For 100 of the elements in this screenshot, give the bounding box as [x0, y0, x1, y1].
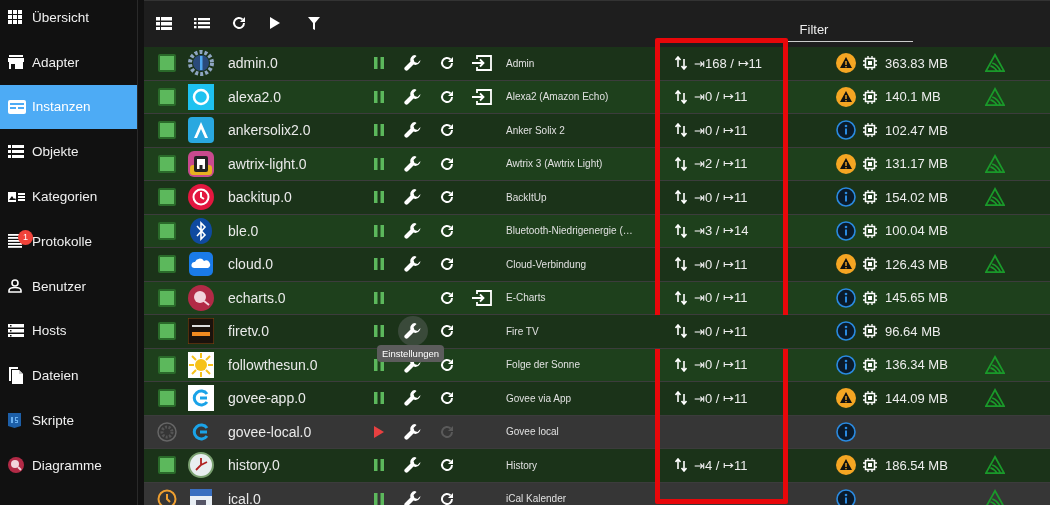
sidebar-item[interactable]: Adapter [0, 39, 137, 85]
info-icon[interactable] [836, 120, 856, 141]
wrench-icon[interactable] [404, 87, 422, 106]
instance-name: admin.0 [227, 55, 279, 72]
pause-icon[interactable] [374, 459, 384, 472]
memory-usage: 186.54 MB [884, 457, 949, 473]
pause-icon[interactable] [374, 191, 384, 204]
open-link-icon[interactable] [472, 88, 492, 105]
sidebar-item[interactable]: Diagramme [0, 442, 137, 488]
reload-icon[interactable] [232, 16, 246, 30]
chip-icon [863, 190, 877, 205]
restart-icon[interactable] [440, 424, 454, 439]
sidebar-item[interactable]: Kategorien [0, 174, 137, 219]
chart-logo-icon [188, 284, 214, 311]
instance-row[interactable]: govee-local.0 Govee local [144, 415, 1050, 449]
play-icon[interactable] [270, 17, 280, 29]
info-icon[interactable] [836, 321, 856, 342]
up-down-arrows-icon [675, 290, 687, 305]
list-icon [8, 145, 24, 159]
pause-icon[interactable] [374, 358, 384, 371]
g-logo-icon [188, 385, 214, 412]
info-icon[interactable] [836, 354, 856, 375]
sidebar-item[interactable]: Hosts [0, 308, 137, 354]
sidebar-item[interactable]: Skripte [0, 398, 137, 443]
wrench-icon[interactable] [404, 389, 422, 408]
pause-icon[interactable] [374, 291, 384, 304]
wrench-icon[interactable] [404, 422, 422, 441]
filter-field[interactable]: Filter [715, 22, 913, 42]
warning-icon[interactable] [836, 455, 856, 476]
info-icon[interactable] [836, 488, 856, 505]
pause-icon[interactable] [374, 492, 384, 505]
sidebar-item[interactable]: Benutzer [0, 263, 137, 309]
sidebar-item[interactable]: Objekte [0, 129, 137, 175]
up-down-arrows-icon [675, 56, 687, 71]
instance-name: cloud.0 [227, 256, 275, 273]
filter-icon[interactable] [308, 16, 320, 30]
instance-row[interactable]: echarts.0 E-Charts ⇥0 / ↦11 145.65 MB [144, 281, 1050, 315]
pause-icon[interactable] [374, 124, 384, 137]
wrench-icon[interactable] [404, 54, 422, 73]
io-count: ⇥3 / ↦14 [694, 223, 749, 239]
instance-row[interactable]: ankersolix2.0 Anker Solix 2 ⇥0 / ↦11 102.47 MB [144, 114, 1050, 148]
sidebar-item[interactable]: Übersicht [0, 0, 137, 40]
open-link-icon[interactable] [472, 55, 492, 72]
pause-icon[interactable] [374, 157, 384, 170]
memory-usage: 154.02 MB [884, 189, 949, 205]
wrench-icon[interactable] [404, 188, 422, 207]
up-down-arrows-icon [675, 391, 687, 406]
list-icon[interactable] [194, 17, 210, 29]
warning-icon[interactable] [836, 86, 856, 107]
pause-icon[interactable] [374, 90, 384, 103]
tooltip: Einstellungen [377, 345, 445, 363]
settings-button[interactable] [398, 316, 428, 347]
instance-row[interactable]: awtrix-light.0 Awtrix 3 (Awtrix Light) ⇥2 / ↦11 131.17 MB [144, 147, 1050, 181]
wrench-icon[interactable] [404, 221, 422, 240]
instance-row[interactable]: cloud.0 Cloud-Verbindung ⇥0 / ↦11 126.43 MB [144, 248, 1050, 282]
instance-row[interactable]: backitup.0 BackItUp ⇥0 / ↦11 154.02 MB [144, 181, 1050, 215]
io-count: ⇥0 / ↦11 [694, 290, 748, 306]
open-link-icon[interactable] [472, 289, 492, 306]
wrench-icon[interactable] [404, 255, 422, 274]
instance-row[interactable]: ble.0 Bluetooth-Niedrigenergie (… ⇥3 / ↦14 100.04 MB [144, 214, 1050, 248]
g-logo-icon [192, 422, 210, 441]
table-view-icon[interactable] [156, 16, 172, 30]
category-icon [8, 191, 25, 202]
memory-usage: 100.04 MB [884, 223, 949, 239]
instance-title: History [505, 459, 539, 471]
warning-icon[interactable] [836, 153, 856, 174]
info-icon[interactable] [836, 187, 856, 208]
instance-name: awtrix-light.0 [227, 155, 308, 172]
pause-icon[interactable] [374, 258, 384, 271]
instance-row[interactable]: alexa2.0 Alexa2 (Amazon Echo) ⇥0 / ↦11 140.1 MB [144, 80, 1050, 114]
instance-row[interactable]: govee-app.0 Govee via App ⇥0 / ↦11 144.09 MB [144, 382, 1050, 416]
pause-icon[interactable] [374, 224, 384, 237]
clock-logo-icon [188, 452, 214, 479]
info-icon[interactable] [836, 421, 856, 442]
card-icon [8, 100, 26, 114]
wrench-icon[interactable] [404, 121, 422, 140]
chip-icon [863, 458, 877, 473]
pause-icon[interactable] [374, 57, 384, 70]
wrench-icon[interactable] [404, 154, 422, 173]
instance-row[interactable]: history.0 History ⇥4 / ↦11 186.54 MB [144, 449, 1050, 483]
pause-icon[interactable] [374, 392, 384, 405]
instance-row[interactable]: admin.0 Admin ⇥168 / ↦11 363.83 MB [144, 47, 1050, 81]
warning-icon[interactable] [836, 53, 856, 74]
sidebar-item[interactable]: 1 Protokolle [0, 219, 137, 264]
lines-icon [8, 234, 22, 249]
info-icon[interactable] [836, 220, 856, 241]
warning-icon[interactable] [836, 388, 856, 409]
javascript-icon [8, 413, 21, 429]
cloud-logo-icon [189, 252, 213, 277]
instance-name: ical.0 [227, 490, 262, 505]
sidebar-item[interactable]: Dateien [0, 353, 137, 399]
pause-icon[interactable] [374, 325, 384, 338]
ring-logo-icon [188, 83, 214, 110]
server-icon [8, 324, 24, 338]
warning-icon[interactable] [836, 254, 856, 275]
square-logo-icon [188, 150, 214, 177]
wrench-icon[interactable] [404, 489, 422, 505]
instance-title: Alexa2 (Amazon Echo) [505, 91, 610, 103]
info-icon[interactable] [836, 287, 856, 308]
wrench-icon[interactable] [404, 456, 422, 475]
